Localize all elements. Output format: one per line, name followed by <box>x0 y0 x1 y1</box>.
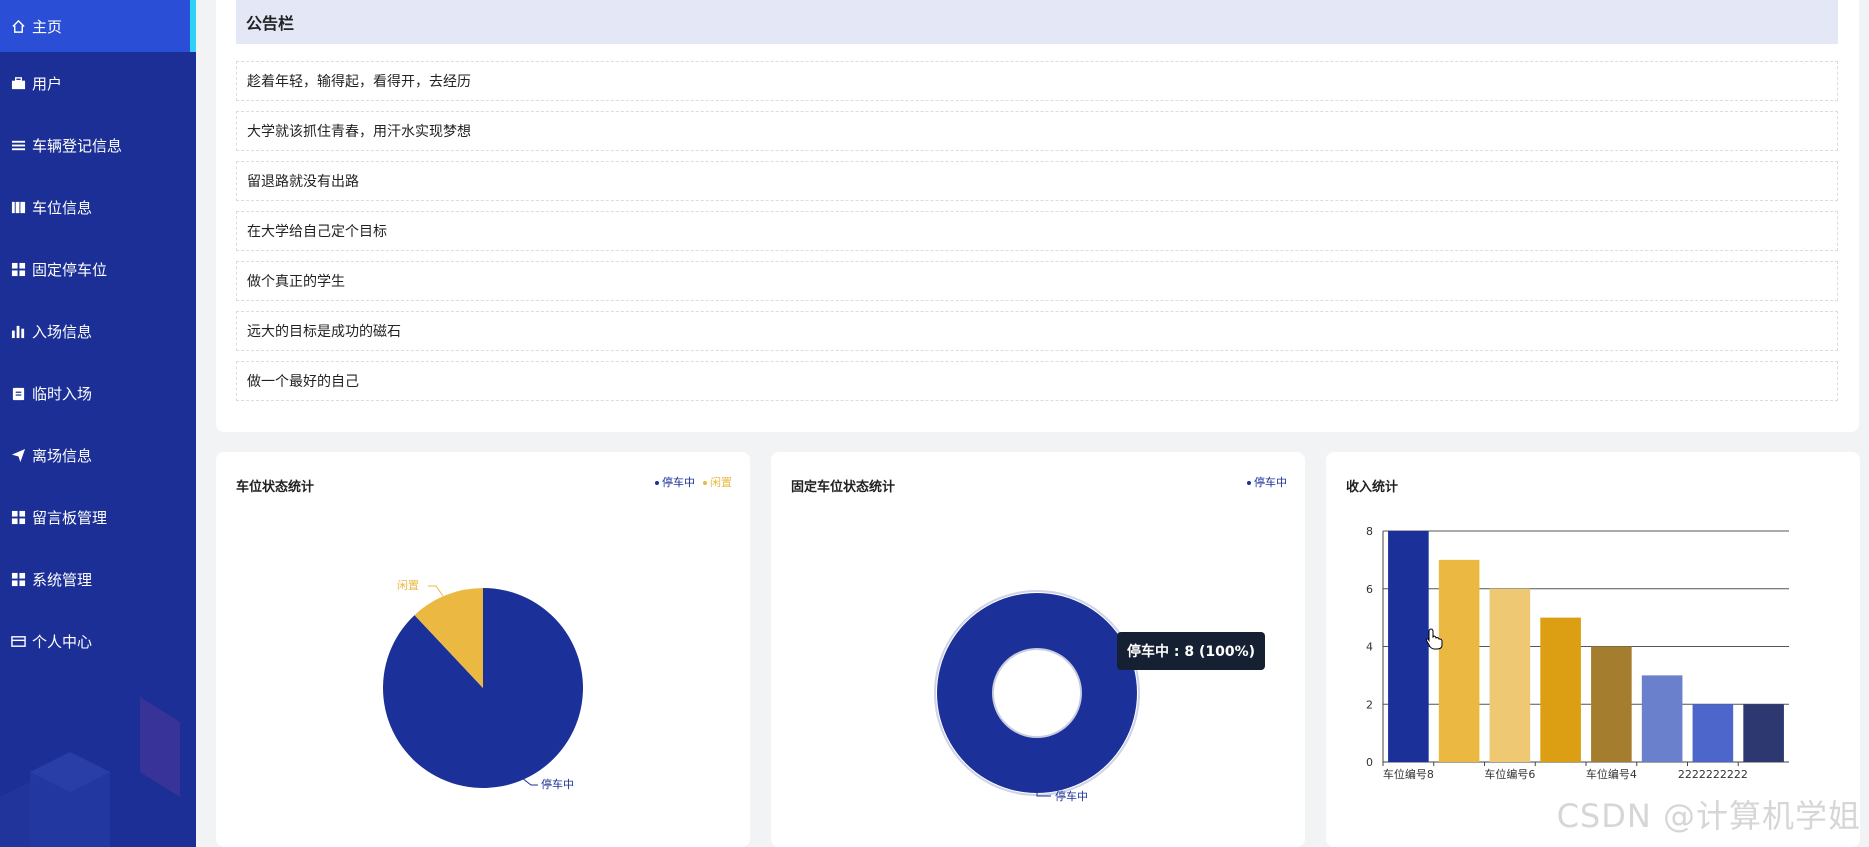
donut-inner-edge <box>992 648 1082 738</box>
sidebar-item-label: 留言板管理 <box>32 508 108 527</box>
bar <box>1641 675 1683 762</box>
x-tick-label: 2222222222 <box>1678 768 1748 781</box>
hand-cursor-icon <box>1425 628 1443 650</box>
sidebar-item-3[interactable]: 车位信息 <box>0 176 196 238</box>
donut-slice <box>936 593 1137 793</box>
sidebar-item-9[interactable]: 系统管理 <box>0 548 196 610</box>
sidebar: 主页用户车辆登记信息 车位信息固定停车位入场信息临时入场离场信息留言板管理系统管理… <box>0 0 196 847</box>
watermark: CSDN @计算机学姐 <box>1556 797 1861 835</box>
sidebar-item-label: 车辆登记信息 <box>32 136 123 155</box>
sidebar-item-label: 临时入场 <box>32 384 93 403</box>
bar <box>1692 704 1734 762</box>
y-tick-label: 2 <box>1366 698 1373 711</box>
sidebar-item-6[interactable]: 临时入场 <box>0 362 196 424</box>
label-line <box>428 585 444 597</box>
briefcase-icon <box>10 75 26 91</box>
credit-card-icon <box>10 633 26 649</box>
sidebar-item-2[interactable]: 车辆登记信息 <box>0 114 196 176</box>
notice-item[interactable]: 趁着年轻，输得起，看得开，去经历 <box>236 61 1838 101</box>
y-tick-label: 4 <box>1366 641 1373 654</box>
bar-chart-icon <box>10 323 26 339</box>
sidebar-decoration <box>0 697 180 847</box>
x-tick-label: 车位编号8 <box>1383 767 1434 781</box>
sidebar-item-4[interactable]: 固定停车位 <box>0 238 196 300</box>
grid-icon <box>10 509 26 525</box>
y-tick-label: 8 <box>1366 525 1373 538</box>
parking-status-card: 车位状态统计 停车中 闲置 停车中 闲置 <box>216 452 750 847</box>
slice-label: 闲置 <box>397 578 419 592</box>
sidebar-item-label: 个人中心 <box>32 632 93 651</box>
home-icon <box>10 18 26 34</box>
sidebar-item-label: 主页 <box>32 17 63 36</box>
slice-label: 停车中 <box>541 777 574 791</box>
sidebar-item-8[interactable]: 留言板管理 <box>0 486 196 548</box>
sidebar-menu: 主页用户车辆登记信息 车位信息固定停车位入场信息临时入场离场信息留言板管理系统管理… <box>0 0 196 672</box>
notice-item[interactable]: 远大的目标是成功的磁石 <box>236 311 1838 351</box>
sidebar-item-label: 用户 <box>32 74 63 93</box>
income-card: 收入统计 0 2 4 6 8 车位编号8 车位编号6 车位编号4 2222222222 <box>1326 452 1860 847</box>
notice-item[interactable]: 大学就该抓住青春，用汗水实现梦想 <box>236 111 1838 151</box>
x-tick-label: 车位编号6 <box>1484 767 1535 781</box>
notice-board: 公告栏 趁着年轻，输得起，看得开，去经历 大学就该抓住青春，用汗水实现梦想 留退路就… <box>216 0 1859 432</box>
notice-item[interactable]: 在大学给自己定个目标 <box>236 211 1838 251</box>
sidebar-item-label: 系统管理 <box>32 570 93 589</box>
sidebar-item-label: 入场信息 <box>32 322 93 341</box>
notice-item[interactable]: 留退路就没有出路 <box>236 161 1838 201</box>
y-tick-label: 6 <box>1366 583 1373 596</box>
sidebar-item-5[interactable]: 入场信息 <box>0 300 196 362</box>
sidebar-item-label: 车位信息 <box>32 198 93 217</box>
chart-tooltip: 停车中 : 8 (100%) <box>1117 632 1266 670</box>
bar <box>1743 704 1784 762</box>
label-line <box>521 777 538 786</box>
grid-icon <box>10 571 26 587</box>
y-tick-label: 0 <box>1366 756 1373 769</box>
notice-item[interactable]: 做个真正的学生 <box>236 261 1838 301</box>
send-icon <box>10 447 26 463</box>
notice-title: 公告栏 <box>236 0 1838 44</box>
clipboard-icon <box>10 385 26 401</box>
sidebar-item-label: 固定停车位 <box>32 260 108 279</box>
sidebar-item-7[interactable]: 离场信息 <box>0 424 196 486</box>
parking-status-pie-chart[interactable]: 停车中 闲置 <box>216 452 750 847</box>
sidebar-item-1[interactable]: 用户 <box>0 52 196 114</box>
sidebar-item-0[interactable]: 主页 <box>0 0 196 52</box>
slice-label: 停车中 <box>1055 789 1088 803</box>
bar <box>1388 531 1429 762</box>
bar <box>1438 559 1480 762</box>
x-tick-label: 车位编号4 <box>1586 767 1637 781</box>
sidebar-item-10[interactable]: 个人中心 <box>0 610 196 672</box>
bar <box>1489 588 1531 762</box>
sidebar-item-label: 离场信息 <box>32 446 93 465</box>
list-icon <box>10 137 26 153</box>
book-icon <box>10 199 26 215</box>
notice-item[interactable]: 做一个最好的自己 <box>236 361 1838 401</box>
bar <box>1540 617 1581 762</box>
bar <box>1591 646 1632 762</box>
income-bar-chart[interactable]: 0 2 4 6 8 车位编号8 车位编号6 车位编号4 2222222222 <box>1326 452 1860 847</box>
notice-list: 趁着年轻，输得起，看得开，去经历 大学就该抓住青春，用汗水实现梦想 留退路就没有出路… <box>236 61 1838 411</box>
grid-icon <box>10 261 26 277</box>
